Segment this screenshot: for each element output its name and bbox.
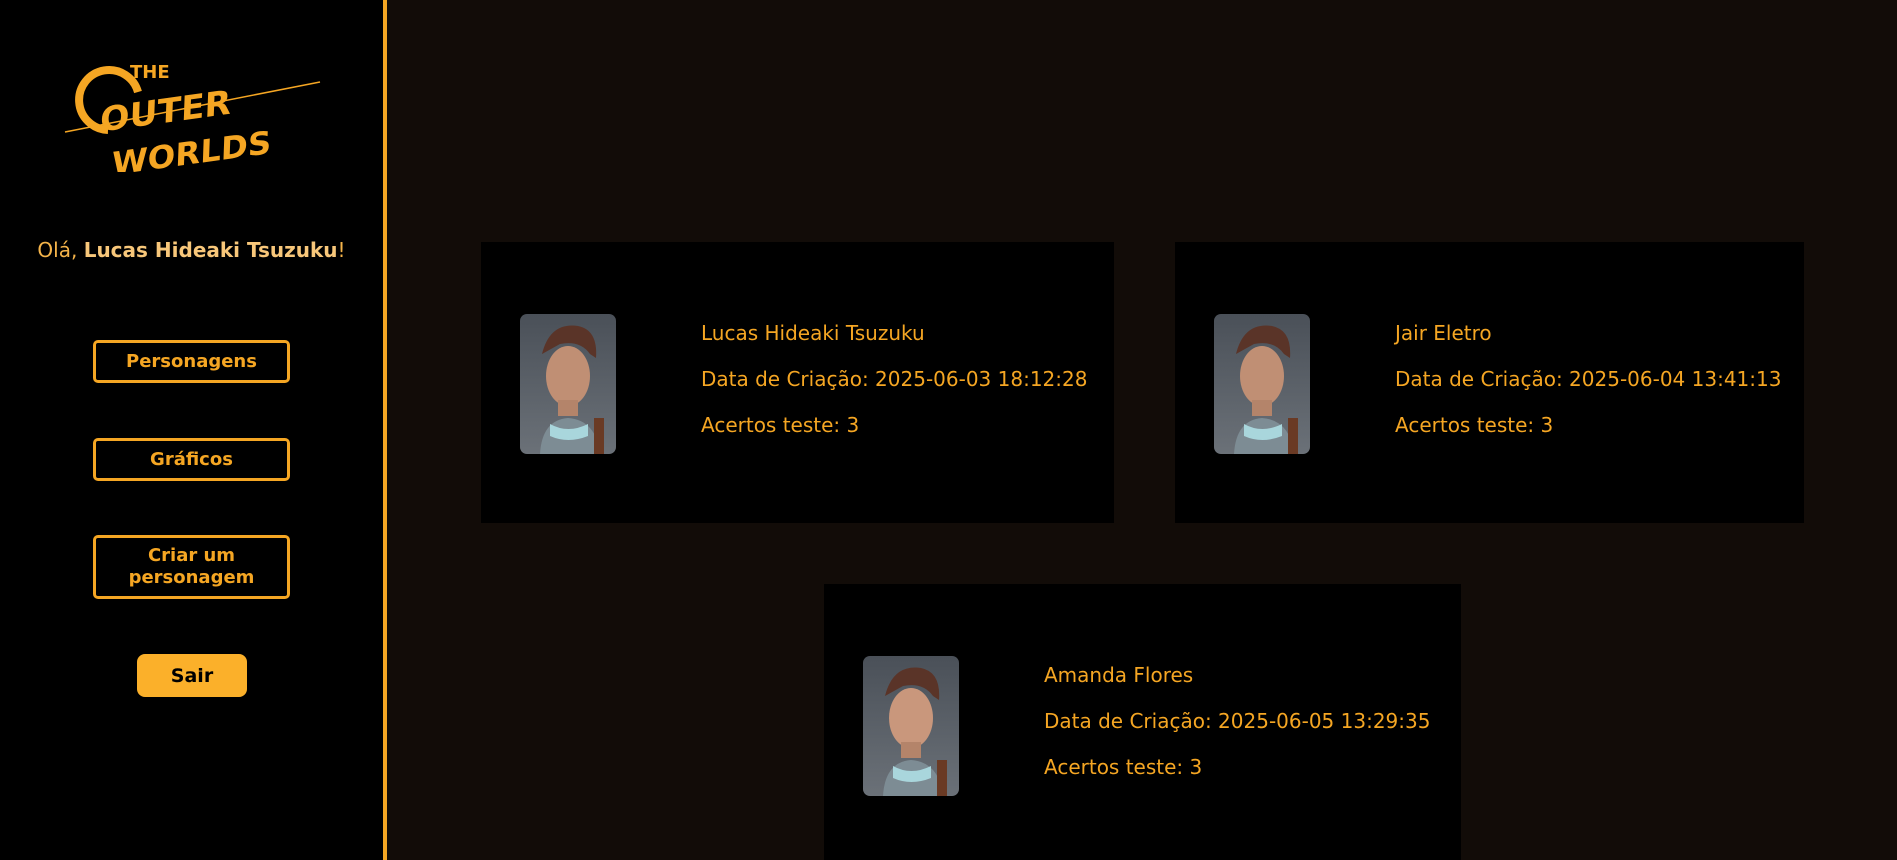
characters-button[interactable]: Personagens [93,340,290,383]
sidebar: THE OUTER WORLDS Olá, Lucas Hideaki Tsuz… [0,0,387,860]
character-card[interactable]: Jair Eletro Data de Criação: 2025-06-04 … [1175,242,1804,523]
app-root: THE OUTER WORLDS Olá, Lucas Hideaki Tsuz… [0,0,1897,860]
character-name: Amanda Flores [1044,663,1194,687]
character-score: Acertos teste: 3 [1395,413,1554,437]
character-created: Data de Criação: 2025-06-03 18:12:28 [701,367,1088,391]
logout-button[interactable]: Sair [137,654,247,697]
logo-the: THE [130,62,170,83]
charts-button[interactable]: Gráficos [93,438,290,481]
greeting: Olá, Lucas Hideaki Tsuzuku! [0,238,383,262]
character-created: Data de Criação: 2025-06-05 13:29:35 [1044,709,1431,733]
user-name: Lucas Hideaki Tsuzuku [83,238,338,262]
character-score: Acertos teste: 3 [701,413,860,437]
create-character-button[interactable]: Criar um personagem [93,535,290,599]
character-portrait [520,314,616,454]
outer-worlds-logo: THE OUTER WORLDS [64,62,321,172]
character-portrait [1214,314,1310,454]
character-info: Amanda Flores Data de Criação: 2025-06-0… [1044,662,1430,800]
character-card[interactable]: Amanda Flores Data de Criação: 2025-06-0… [824,584,1461,860]
character-card[interactable]: Lucas Hideaki Tsuzuku Data de Criação: 2… [481,242,1114,523]
character-info: Jair Eletro Data de Criação: 2025-06-04 … [1395,320,1781,458]
character-score: Acertos teste: 3 [1044,755,1203,779]
character-info: Lucas Hideaki Tsuzuku Data de Criação: 2… [701,320,1087,458]
character-created: Data de Criação: 2025-06-04 13:41:13 [1395,367,1782,391]
character-name: Jair Eletro [1395,321,1492,345]
greeting-suffix: ! [337,238,346,262]
character-name: Lucas Hideaki Tsuzuku [701,321,925,345]
character-portrait [863,656,959,796]
greeting-prefix: Olá, [37,238,84,262]
